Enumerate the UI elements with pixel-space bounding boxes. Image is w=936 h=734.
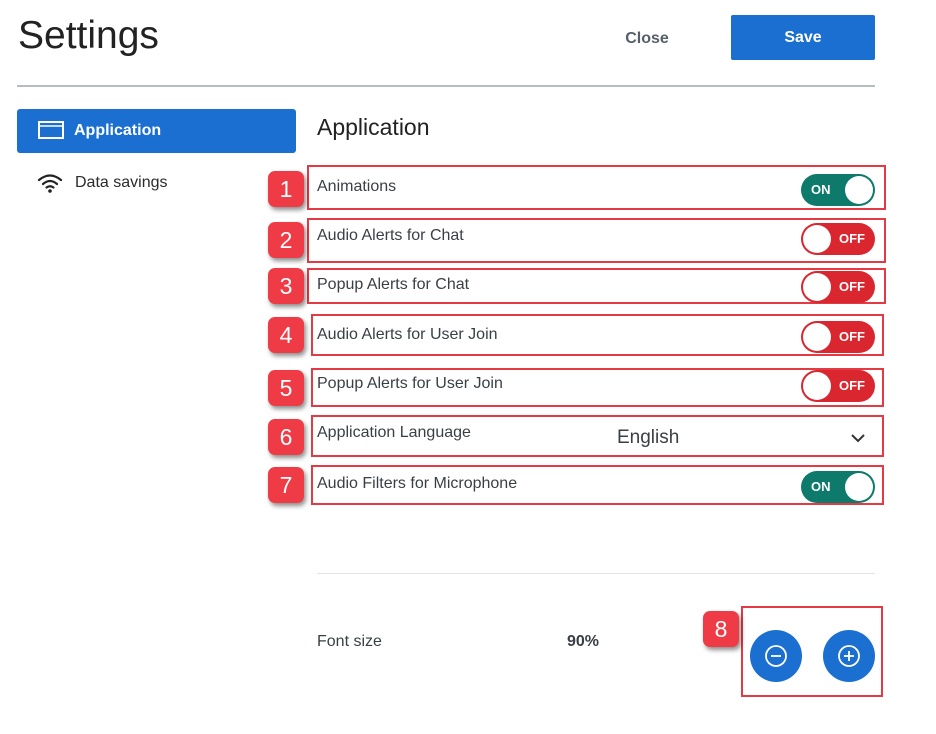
annotation-badge: 5 — [268, 370, 304, 406]
annotation-badge: 1 — [268, 171, 304, 207]
annotation-badge: 6 — [268, 419, 304, 455]
setting-label: Application Language — [317, 424, 471, 441]
decrease-font-button[interactable] — [750, 630, 802, 682]
toggle-knob — [803, 323, 831, 351]
popup-alerts-join-toggle[interactable]: OFF — [801, 370, 875, 402]
font-size-value: 90% — [567, 633, 600, 650]
toggle-state: ON — [811, 479, 831, 494]
sidebar-item-label: Application — [74, 122, 162, 139]
toggle-state: ON — [811, 182, 831, 197]
annotation-badge: 8 — [703, 611, 739, 647]
annotation-badge: 3 — [268, 268, 304, 304]
toggle-knob — [803, 225, 831, 253]
save-button[interactable]: Save — [731, 15, 875, 60]
header-divider — [17, 85, 875, 87]
font-size-label: Font size — [317, 633, 382, 650]
audio-alerts-join-toggle[interactable]: OFF — [801, 321, 875, 353]
audio-alerts-chat-toggle[interactable]: OFF — [801, 223, 875, 255]
toggle-state: OFF — [839, 329, 865, 344]
sidebar-item-application[interactable]: Application — [17, 109, 296, 153]
page-title: Settings — [18, 14, 159, 57]
setting-label: Popup Alerts for User Join — [317, 375, 503, 392]
plus-circle-icon — [838, 645, 860, 667]
annotation-badge: 2 — [268, 222, 304, 258]
setting-label: Animations — [317, 178, 397, 195]
language-select[interactable]: English — [617, 427, 679, 449]
annotation-badge: 4 — [268, 317, 304, 353]
wifi-icon — [37, 174, 63, 193]
setting-label: Audio Filters for Microphone — [317, 475, 518, 492]
section-title: Application — [317, 114, 430, 140]
toggle-state: OFF — [839, 378, 865, 393]
toggle-state: OFF — [839, 279, 865, 294]
setting-label: Audio Alerts for Chat — [317, 227, 464, 244]
toggle-knob — [803, 273, 831, 301]
toggle-knob — [803, 372, 831, 400]
window-icon — [38, 121, 64, 139]
setting-label: Popup Alerts for Chat — [317, 276, 470, 293]
audio-filters-toggle[interactable]: ON — [801, 471, 875, 503]
setting-label: Audio Alerts for User Join — [317, 326, 498, 343]
popup-alerts-chat-toggle[interactable]: OFF — [801, 271, 875, 303]
close-button[interactable]: Close — [604, 26, 690, 52]
increase-font-button[interactable] — [823, 630, 875, 682]
annotation-badge: 7 — [268, 467, 304, 503]
section-divider — [317, 573, 875, 574]
sidebar-item-label: Data savings — [75, 174, 168, 191]
toggle-knob — [845, 473, 873, 501]
toggle-state: OFF — [839, 231, 865, 246]
toggle-knob — [845, 176, 873, 204]
sidebar-item-data-savings[interactable]: Data savings — [17, 168, 296, 200]
animations-toggle[interactable]: ON — [801, 174, 875, 206]
chevron-down-icon[interactable] — [850, 432, 866, 444]
minus-circle-icon — [765, 645, 787, 667]
